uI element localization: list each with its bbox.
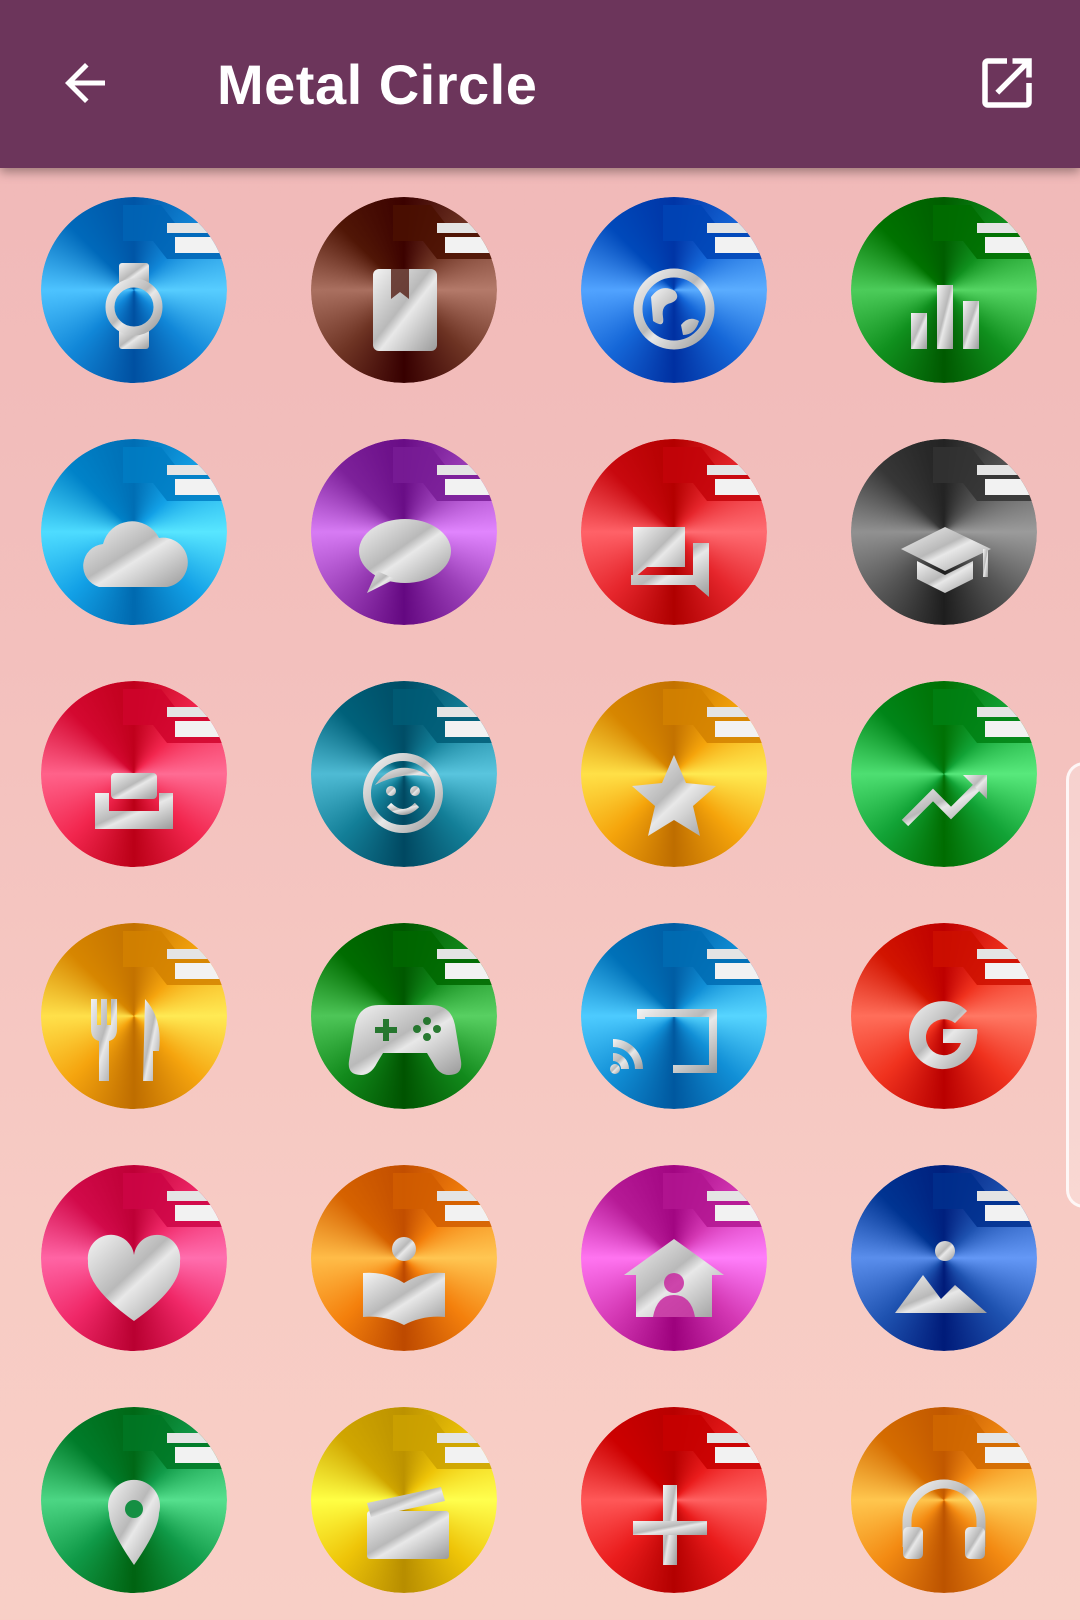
messages-app-icon[interactable] bbox=[581, 439, 767, 625]
open-external-icon bbox=[982, 58, 1032, 108]
fork-knife-icon bbox=[91, 931, 227, 1081]
cloud-app-icon[interactable] bbox=[41, 439, 227, 625]
page-title: Metal Circle bbox=[217, 53, 538, 116]
map-pin-app-icon[interactable] bbox=[41, 1407, 227, 1593]
reader-app-icon[interactable] bbox=[311, 1165, 497, 1351]
watch-app-icon[interactable] bbox=[41, 197, 227, 383]
home-app-icon[interactable] bbox=[581, 1165, 767, 1351]
sofa-app-icon[interactable] bbox=[41, 681, 227, 867]
google-g-app-icon[interactable] bbox=[851, 923, 1037, 1109]
star-icon bbox=[632, 689, 767, 836]
cast-app-icon[interactable] bbox=[581, 923, 767, 1109]
headphones-app-icon[interactable] bbox=[851, 1407, 1037, 1593]
clapperboard-app-icon[interactable] bbox=[311, 1407, 497, 1593]
chat-bubble-app-icon[interactable] bbox=[311, 439, 497, 625]
globe-icon bbox=[633, 205, 767, 350]
messages-icon bbox=[631, 447, 767, 597]
app-bar: Metal Circle bbox=[0, 0, 1080, 168]
arrow-left-icon bbox=[65, 63, 105, 103]
star-app-icon[interactable] bbox=[581, 681, 767, 867]
gamepad-icon bbox=[348, 931, 497, 1075]
photo-icon bbox=[895, 1173, 1037, 1313]
reader-icon bbox=[363, 1173, 497, 1325]
chat-bubble-icon bbox=[359, 447, 497, 593]
book-bookmark-icon bbox=[373, 205, 497, 351]
cloud-icon bbox=[83, 447, 227, 587]
trending-up-icon bbox=[901, 689, 1037, 827]
back-button[interactable] bbox=[52, 50, 118, 116]
globe-app-icon[interactable] bbox=[581, 197, 767, 383]
plus-cross-icon bbox=[633, 1415, 767, 1565]
graduation-cap-app-icon[interactable] bbox=[851, 439, 1037, 625]
kid-face-icon bbox=[363, 689, 497, 833]
gamepad-app-icon[interactable] bbox=[311, 923, 497, 1109]
bar-chart-app-icon[interactable] bbox=[851, 197, 1037, 383]
icon-grid bbox=[0, 168, 1080, 1620]
fork-knife-app-icon[interactable] bbox=[41, 923, 227, 1109]
book-bookmark-app-icon[interactable] bbox=[311, 197, 497, 383]
bar-chart-icon bbox=[911, 205, 1037, 349]
heart-app-icon[interactable] bbox=[41, 1165, 227, 1351]
google-g-icon bbox=[909, 931, 1037, 1070]
headphones-icon bbox=[902, 1415, 1037, 1559]
plus-cross-app-icon[interactable] bbox=[581, 1407, 767, 1593]
trending-up-app-icon[interactable] bbox=[851, 681, 1037, 867]
map-pin-icon bbox=[108, 1415, 227, 1565]
scrollbar-handle[interactable] bbox=[1066, 762, 1080, 1208]
kid-face-app-icon[interactable] bbox=[311, 681, 497, 867]
clapperboard-icon bbox=[367, 1415, 497, 1559]
heart-icon bbox=[87, 1173, 227, 1321]
watch-icon bbox=[105, 205, 227, 349]
cast-icon bbox=[610, 931, 767, 1074]
photo-app-icon[interactable] bbox=[851, 1165, 1037, 1351]
sofa-icon bbox=[95, 689, 227, 829]
graduation-cap-icon bbox=[901, 447, 1037, 593]
open-external-button[interactable] bbox=[972, 48, 1042, 118]
home-icon bbox=[624, 1173, 767, 1317]
